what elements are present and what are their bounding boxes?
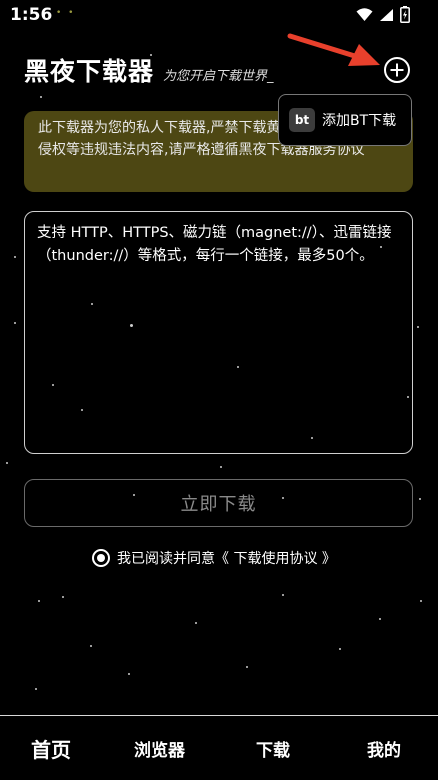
plus-circle-icon [383, 57, 411, 88]
nav-home[interactable]: 首页 [31, 734, 71, 763]
download-now-button[interactable]: 立即下载 [24, 479, 413, 527]
app-title: 黑夜下载器 [24, 57, 155, 86]
bottom-nav: 首页 浏览器 下载 我的 [0, 715, 438, 780]
links-input-container [24, 211, 413, 454]
status-bar: 1:56 • • [0, 0, 438, 30]
nav-mine[interactable]: 我的 [367, 736, 401, 761]
signal-icon [379, 7, 394, 26]
wifi-icon [356, 7, 373, 26]
radio-checked-icon[interactable] [92, 549, 110, 567]
status-time: 1:56 [10, 5, 53, 25]
pointer-arrow [284, 30, 382, 70]
notification-dots: • • [56, 8, 76, 18]
add-bt-label: 添加BT下载 [322, 113, 397, 129]
agreement-row[interactable]: 我已阅读并同意《 下载使用协议 》 [92, 548, 336, 568]
battery-icon [400, 6, 410, 27]
links-input[interactable] [25, 212, 412, 453]
agreement-text[interactable]: 我已阅读并同意《 下载使用协议 》 [117, 548, 336, 568]
add-button[interactable] [383, 56, 411, 84]
bt-icon: bt [289, 108, 315, 132]
add-bt-menu-item[interactable]: bt 添加BT下载 [278, 94, 412, 146]
nav-downloads[interactable]: 下载 [256, 736, 290, 761]
nav-browser[interactable]: 浏览器 [134, 736, 185, 761]
app-subtitle: 为您开启下载世界_ [163, 69, 274, 84]
